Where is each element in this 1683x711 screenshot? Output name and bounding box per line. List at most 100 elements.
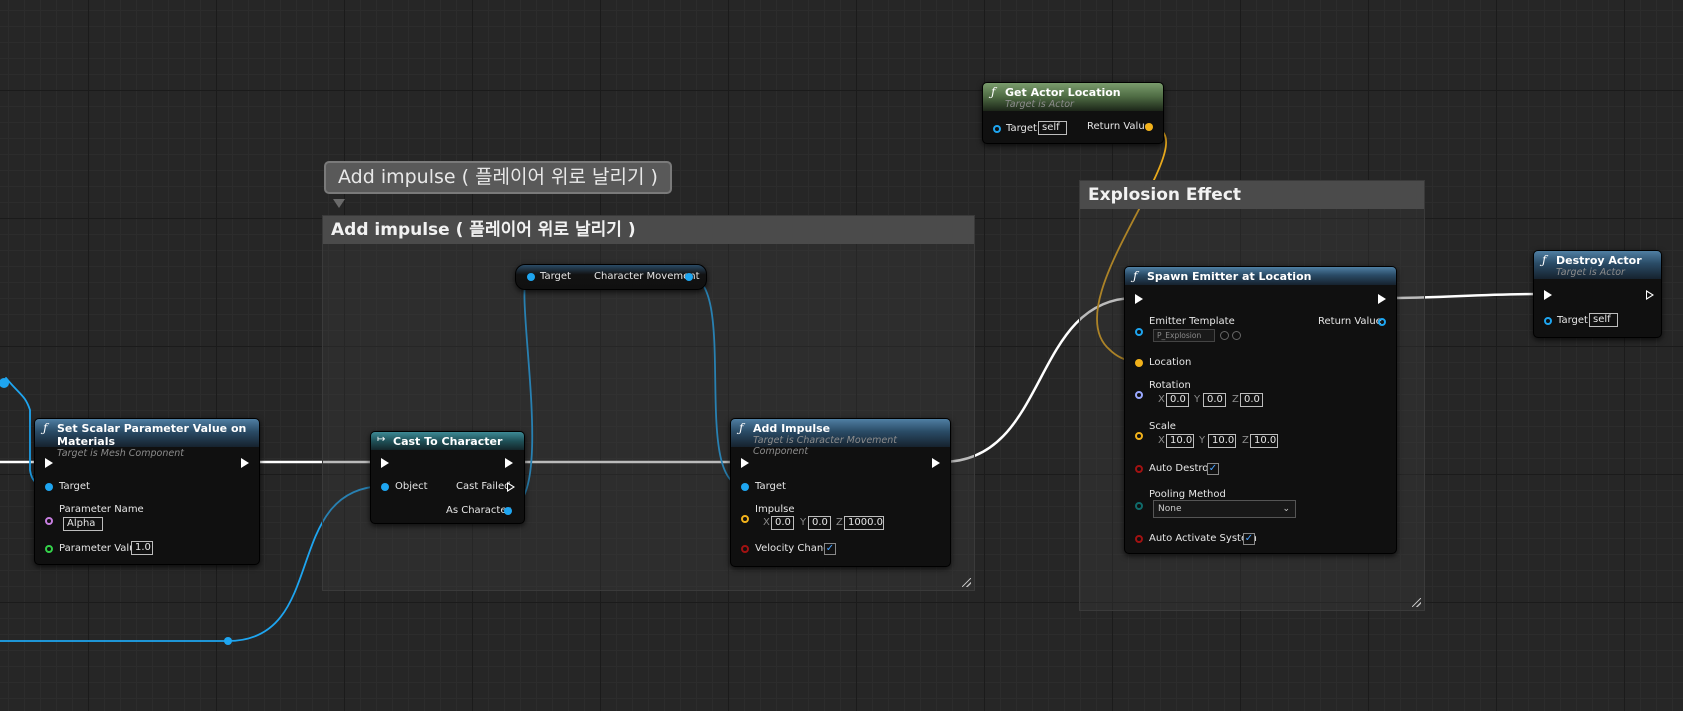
- exec-out-pin[interactable]: [241, 458, 249, 468]
- node-title: Add Impulse: [753, 422, 831, 435]
- object-pin[interactable]: [381, 483, 389, 491]
- target-pin[interactable]: [993, 125, 1001, 133]
- node-spawn-emitter-at-location[interactable]: ƒ Spawn Emitter at Location Emitter Temp…: [1124, 266, 1397, 554]
- function-icon: ƒ: [739, 421, 744, 435]
- node-header[interactable]: ƒ Spawn Emitter at Location: [1125, 267, 1396, 285]
- emitter-template-pin[interactable]: [1135, 328, 1143, 336]
- node-title: Set Scalar Parameter Value on Materials: [57, 422, 247, 448]
- node-header[interactable]: ƒ Add Impulse Target is Character Moveme…: [731, 419, 950, 457]
- character-movement-pin[interactable]: [685, 273, 693, 281]
- resize-grip[interactable]: [1412, 598, 1421, 607]
- impulse-x-field[interactable]: 0.0: [771, 516, 794, 530]
- location-pin[interactable]: [1135, 359, 1143, 367]
- return-value-label: Return Value: [1318, 316, 1382, 327]
- exec-in-pin[interactable]: [45, 458, 53, 468]
- node-header[interactable]: ƒ Set Scalar Parameter Value on Material…: [35, 419, 259, 459]
- target-pin[interactable]: [527, 273, 535, 281]
- scale-pin[interactable]: [1135, 432, 1143, 440]
- velocity-change-checkbox[interactable]: ✓: [824, 543, 836, 555]
- node-title: Spawn Emitter at Location: [1147, 270, 1312, 283]
- exec-in-pin[interactable]: [1135, 294, 1143, 304]
- rotation-x-axis-label: X: [1158, 394, 1165, 405]
- target-self-field[interactable]: self: [1038, 121, 1067, 135]
- exec-in-pin[interactable]: [1544, 290, 1552, 300]
- impulse-y-axis-label: Y: [800, 517, 807, 528]
- target-label: Target: [59, 481, 90, 492]
- return-value-pin[interactable]: [1378, 318, 1386, 326]
- function-icon: ƒ: [43, 421, 48, 435]
- impulse-y-field[interactable]: 0.0: [808, 516, 831, 530]
- parameter-value-pin[interactable]: [45, 545, 53, 553]
- browse-asset-search-icon[interactable]: [1232, 331, 1241, 340]
- use-selected-asset-icon[interactable]: [1220, 331, 1229, 340]
- target-label: Target: [540, 271, 571, 282]
- emitter-template-label: Emitter Template: [1149, 316, 1235, 327]
- exec-out-pin[interactable]: [1646, 290, 1654, 300]
- auto-activate-checkbox[interactable]: ✓: [1243, 533, 1255, 545]
- node-get-character-movement[interactable]: Target Character Movement: [515, 264, 707, 290]
- scale-y-axis-label: Y: [1199, 435, 1206, 446]
- resize-grip[interactable]: [962, 578, 971, 587]
- exec-in-pin[interactable]: [381, 458, 389, 468]
- impulse-z-axis-label: Z: [836, 517, 843, 528]
- node-set-scalar-parameter[interactable]: ƒ Set Scalar Parameter Value on Material…: [34, 418, 260, 565]
- emitter-template-dropdown[interactable]: P_Explosion: [1153, 329, 1215, 342]
- node-title: Destroy Actor: [1556, 254, 1642, 267]
- target-pin[interactable]: [45, 483, 53, 491]
- comment-bubble-tail: [333, 199, 345, 208]
- return-value-label: Return Value: [1087, 121, 1151, 132]
- node-subtitle: Target is Character Movement Component: [753, 435, 898, 457]
- pooling-method-dropdown[interactable]: None ⌄: [1153, 500, 1296, 518]
- auto-destroy-checkbox[interactable]: ✓: [1207, 463, 1219, 475]
- rotation-y-field[interactable]: 0.0: [1203, 393, 1226, 407]
- target-self-field[interactable]: self: [1589, 313, 1618, 327]
- node-destroy-actor[interactable]: ƒ Destroy Actor Target is Actor Target s…: [1533, 250, 1662, 338]
- parameter-name-field[interactable]: Alpha: [63, 517, 103, 531]
- auto-destroy-pin[interactable]: [1135, 465, 1143, 473]
- scale-z-field[interactable]: 10.0: [1250, 434, 1278, 448]
- parameter-name-label: Parameter Name: [59, 504, 144, 515]
- parameter-value-field[interactable]: 1.0: [131, 541, 153, 555]
- as-character-pin[interactable]: [504, 507, 512, 515]
- parameter-value-label: Parameter Value: [59, 543, 142, 554]
- exec-out-pin[interactable]: [505, 458, 513, 468]
- impulse-x-axis-label: X: [763, 517, 770, 528]
- velocity-change-pin[interactable]: [741, 545, 749, 553]
- impulse-pin[interactable]: [741, 515, 749, 523]
- rotation-z-field[interactable]: 0.0: [1240, 393, 1263, 407]
- target-pin[interactable]: [1544, 317, 1552, 325]
- exec-in-pin[interactable]: [741, 458, 749, 468]
- node-header[interactable]: ƒ Get Actor Location Target is Actor: [983, 83, 1163, 111]
- return-value-pin[interactable]: [1145, 123, 1153, 131]
- cast-failed-exec-pin[interactable]: [507, 482, 515, 492]
- function-icon: ƒ: [991, 85, 996, 99]
- node-get-actor-location[interactable]: ƒ Get Actor Location Target is Actor Tar…: [982, 82, 1164, 144]
- chevron-down-icon: ⌄: [1282, 504, 1290, 514]
- auto-activate-pin[interactable]: [1135, 535, 1143, 543]
- auto-destroy-label: Auto Destroy: [1149, 463, 1215, 474]
- scale-x-field[interactable]: 10.0: [1166, 434, 1194, 448]
- auto-activate-label: Auto Activate System: [1149, 533, 1257, 544]
- impulse-z-field[interactable]: 1000.0: [844, 516, 884, 530]
- comment-bubble[interactable]: Add impulse ( 플레이어 위로 날리기 ): [324, 161, 672, 194]
- node-header[interactable]: ƒ Destroy Actor Target is Actor: [1534, 251, 1661, 279]
- object-label: Object: [395, 481, 428, 492]
- target-label: Target: [1557, 315, 1588, 326]
- parameter-name-pin[interactable]: [45, 517, 53, 525]
- scale-y-field[interactable]: 10.0: [1208, 434, 1236, 448]
- scale-label: Scale: [1149, 421, 1176, 432]
- node-cast-to-character[interactable]: ↦ Cast To Character Object Cast Failed A…: [370, 431, 525, 524]
- rotation-pin[interactable]: [1135, 391, 1143, 399]
- exec-out-pin[interactable]: [1378, 294, 1386, 304]
- node-add-impulse[interactable]: ƒ Add Impulse Target is Character Moveme…: [730, 418, 951, 567]
- pooling-method-pin[interactable]: [1135, 502, 1143, 510]
- rotation-x-field[interactable]: 0.0: [1166, 393, 1189, 407]
- node-title: Get Actor Location: [1005, 86, 1121, 99]
- character-movement-label: Character Movement: [594, 271, 700, 282]
- target-label: Target: [755, 481, 786, 492]
- node-header[interactable]: ↦ Cast To Character: [371, 432, 524, 450]
- pooling-method-value: None: [1158, 504, 1182, 514]
- target-pin[interactable]: [741, 483, 749, 491]
- exec-out-pin[interactable]: [932, 458, 940, 468]
- comment-title: Explosion Effect: [1080, 181, 1424, 209]
